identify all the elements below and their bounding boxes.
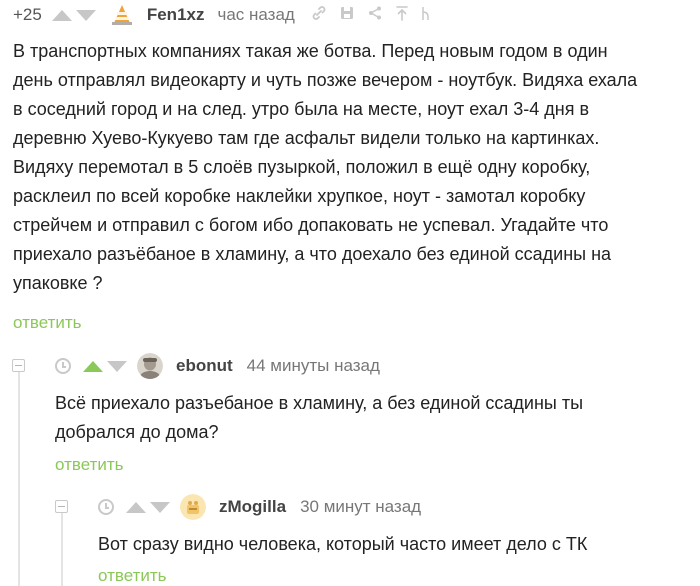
vote-down-icon[interactable]: [75, 9, 96, 21]
share-icon[interactable]: [367, 5, 383, 26]
thread-line[interactable]: [61, 512, 63, 586]
clock-icon: [98, 499, 114, 515]
comment-time: час назад: [217, 5, 295, 24]
branch-icon[interactable]: [419, 5, 431, 26]
cone-avatar-icon: [111, 5, 132, 25]
comment-time: 44 минуты назад: [246, 356, 380, 375]
collapse-thread-button[interactable]: [12, 359, 25, 372]
collapse-thread-button[interactable]: [55, 500, 68, 513]
reply-button[interactable]: ответить: [55, 455, 124, 475]
comment-line: добрался до дома?: [55, 422, 219, 442]
vote-up-icon[interactable]: [83, 360, 103, 372]
comment-line: стрейчем и отправил с богом ибо допакова…: [13, 215, 609, 235]
reply-button[interactable]: ответить: [98, 566, 167, 586]
comment-2-body: Всё приехало разъебаное в хламину, а без…: [55, 389, 695, 447]
vote-up-icon[interactable]: [126, 501, 146, 513]
comment-line: Всё приехало разъебаное в хламину, а без…: [55, 393, 584, 413]
author-name[interactable]: ebonut: [176, 356, 233, 376]
avatar[interactable]: [111, 4, 133, 26]
comment-3-header: zMogilla 30 минут назад: [98, 494, 421, 520]
comment-time: 30 минут назад: [300, 497, 422, 516]
comment-line: Видяху перемотал в 5 слоёв пузыркой, пол…: [13, 157, 591, 177]
comment-line: деревню Хуево-Кукуево там где асфальт ви…: [13, 128, 600, 148]
comment-line: день отправлял видеокарту и чуть позже в…: [13, 70, 638, 90]
reply-button[interactable]: ответить: [13, 313, 82, 333]
parent-comment-icon[interactable]: [395, 5, 409, 26]
comment-line: В транспортных компаниях такая же ботва.…: [13, 41, 608, 61]
comment-1-header: +25 Fen1xz час назад: [13, 4, 431, 26]
vote-down-icon[interactable]: [150, 501, 170, 513]
comment-line: Вот сразу видно человека, который часто …: [98, 534, 588, 554]
author-name[interactable]: Fen1xz: [147, 5, 205, 25]
comment-3-body: Вот сразу видно человека, который часто …: [98, 530, 698, 559]
comment-line: приехало разъёбаное в хламину, а что дое…: [13, 244, 612, 264]
author-name[interactable]: zMogilla: [219, 497, 286, 517]
comment-line: в соседний город и на след. утро была на…: [13, 99, 589, 119]
clock-icon: [55, 358, 71, 374]
avatar[interactable]: [180, 494, 206, 520]
comment-2-header: ebonut 44 минуты назад: [55, 353, 380, 379]
comment-1-body: В транспортных компаниях такая же ботва.…: [13, 37, 698, 298]
thread-line[interactable]: [18, 372, 20, 586]
vote-down-icon[interactable]: [107, 360, 127, 372]
rating-count: +25: [13, 5, 42, 24]
comment-line: расклеил по всей коробке наклейки хрупко…: [13, 186, 586, 206]
link-icon[interactable]: [311, 5, 327, 26]
avatar[interactable]: [137, 353, 163, 379]
comment-line: упаковке ?: [13, 273, 103, 293]
vote-up-icon[interactable]: [51, 9, 72, 21]
save-icon[interactable]: [339, 5, 355, 26]
